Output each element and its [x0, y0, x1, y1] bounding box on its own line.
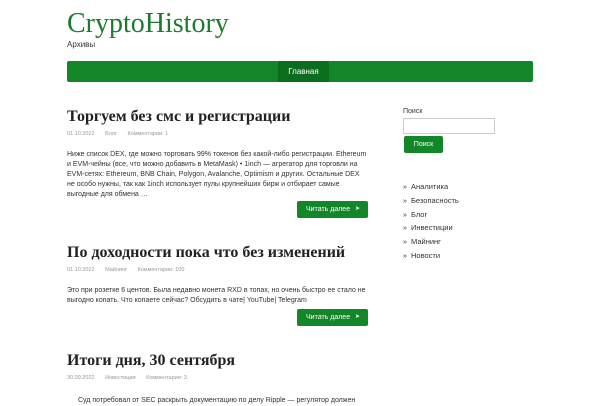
- post-title[interactable]: Итоги дня, 30 сентября: [67, 352, 367, 370]
- read-more-button[interactable]: Читать далее ➤: [297, 309, 368, 326]
- post-title[interactable]: По доходности пока что без изменений: [67, 244, 367, 262]
- bullet-icon: »: [403, 239, 407, 247]
- post-meta: 30.09.2022 Инвестиции Комментарии: 3: [67, 375, 367, 381]
- category-item[interactable]: » Безопасность: [403, 194, 459, 208]
- post-article: Итоги дня, 30 сентября 30.09.2022 Инвест…: [67, 352, 367, 406]
- post-title[interactable]: Торгуем без смс и регистрации: [67, 108, 367, 126]
- bullet-icon: »: [403, 225, 407, 233]
- post-category[interactable]: Майнинг: [105, 267, 127, 273]
- post-article: По доходности пока что без изменений 01.…: [67, 244, 368, 326]
- main-navigation: Главная: [67, 61, 533, 82]
- category-item[interactable]: » Блог: [403, 208, 459, 222]
- post-comments[interactable]: Комментарии: 100: [138, 267, 185, 273]
- bullet-icon: »: [403, 252, 407, 260]
- post-meta: 01.10.2022 Майнинг Комментарии: 100: [67, 267, 367, 273]
- read-more-label: Читать далее: [306, 206, 351, 213]
- post-comments[interactable]: Комментарии: 3: [146, 375, 187, 381]
- bullet-icon: »: [403, 211, 407, 219]
- category-item[interactable]: » Аналитика: [403, 180, 459, 194]
- category-item[interactable]: » Майнинг: [403, 235, 459, 249]
- read-more-label: Читать далее: [306, 314, 351, 321]
- post-excerpt: Это при розетке 6 центов. Была недавно м…: [67, 287, 366, 304]
- category-item[interactable]: » Инвестиции: [403, 221, 459, 235]
- sidebar-search: Поиск Поиск: [403, 108, 533, 153]
- post-category[interactable]: Блог: [105, 131, 117, 137]
- post-excerpt: Суд потребовал от SEC раскрыть документа…: [78, 397, 356, 404]
- post-date[interactable]: 01.10.2022: [67, 267, 95, 273]
- category-list: » Аналитика » Безопасность » Блог » Инвестиц…: [403, 180, 459, 263]
- post-category[interactable]: Инвестиции: [105, 375, 136, 381]
- nav-item-home[interactable]: Главная: [278, 61, 329, 82]
- post-date[interactable]: 30.09.2022: [67, 375, 95, 381]
- arrow-right-icon: ➤: [354, 206, 360, 212]
- post-meta: 01.10.2022 Блог Комментарии: 1: [67, 131, 367, 137]
- search-button[interactable]: Поиск: [404, 136, 443, 153]
- read-more-button[interactable]: Читать далее ➤: [297, 201, 368, 218]
- search-label: Поиск: [403, 108, 423, 115]
- post-comments[interactable]: Комментарии: 1: [127, 131, 168, 137]
- post-article: Торгуем без смс и регистрации 01.10.2022…: [67, 108, 368, 218]
- bullet-icon: »: [403, 184, 407, 191]
- category-item[interactable]: » Новости: [403, 249, 459, 263]
- site-description: Архивы: [67, 40, 96, 49]
- arrow-right-icon: ➤: [354, 314, 360, 320]
- site-title[interactable]: CryptoHistory: [67, 8, 229, 40]
- post-date[interactable]: 01.10.2022: [67, 131, 95, 137]
- search-input[interactable]: [403, 118, 495, 134]
- post-excerpt: Ниже список DEX, где можно торговать 99%…: [67, 151, 367, 198]
- bullet-icon: »: [403, 197, 407, 205]
